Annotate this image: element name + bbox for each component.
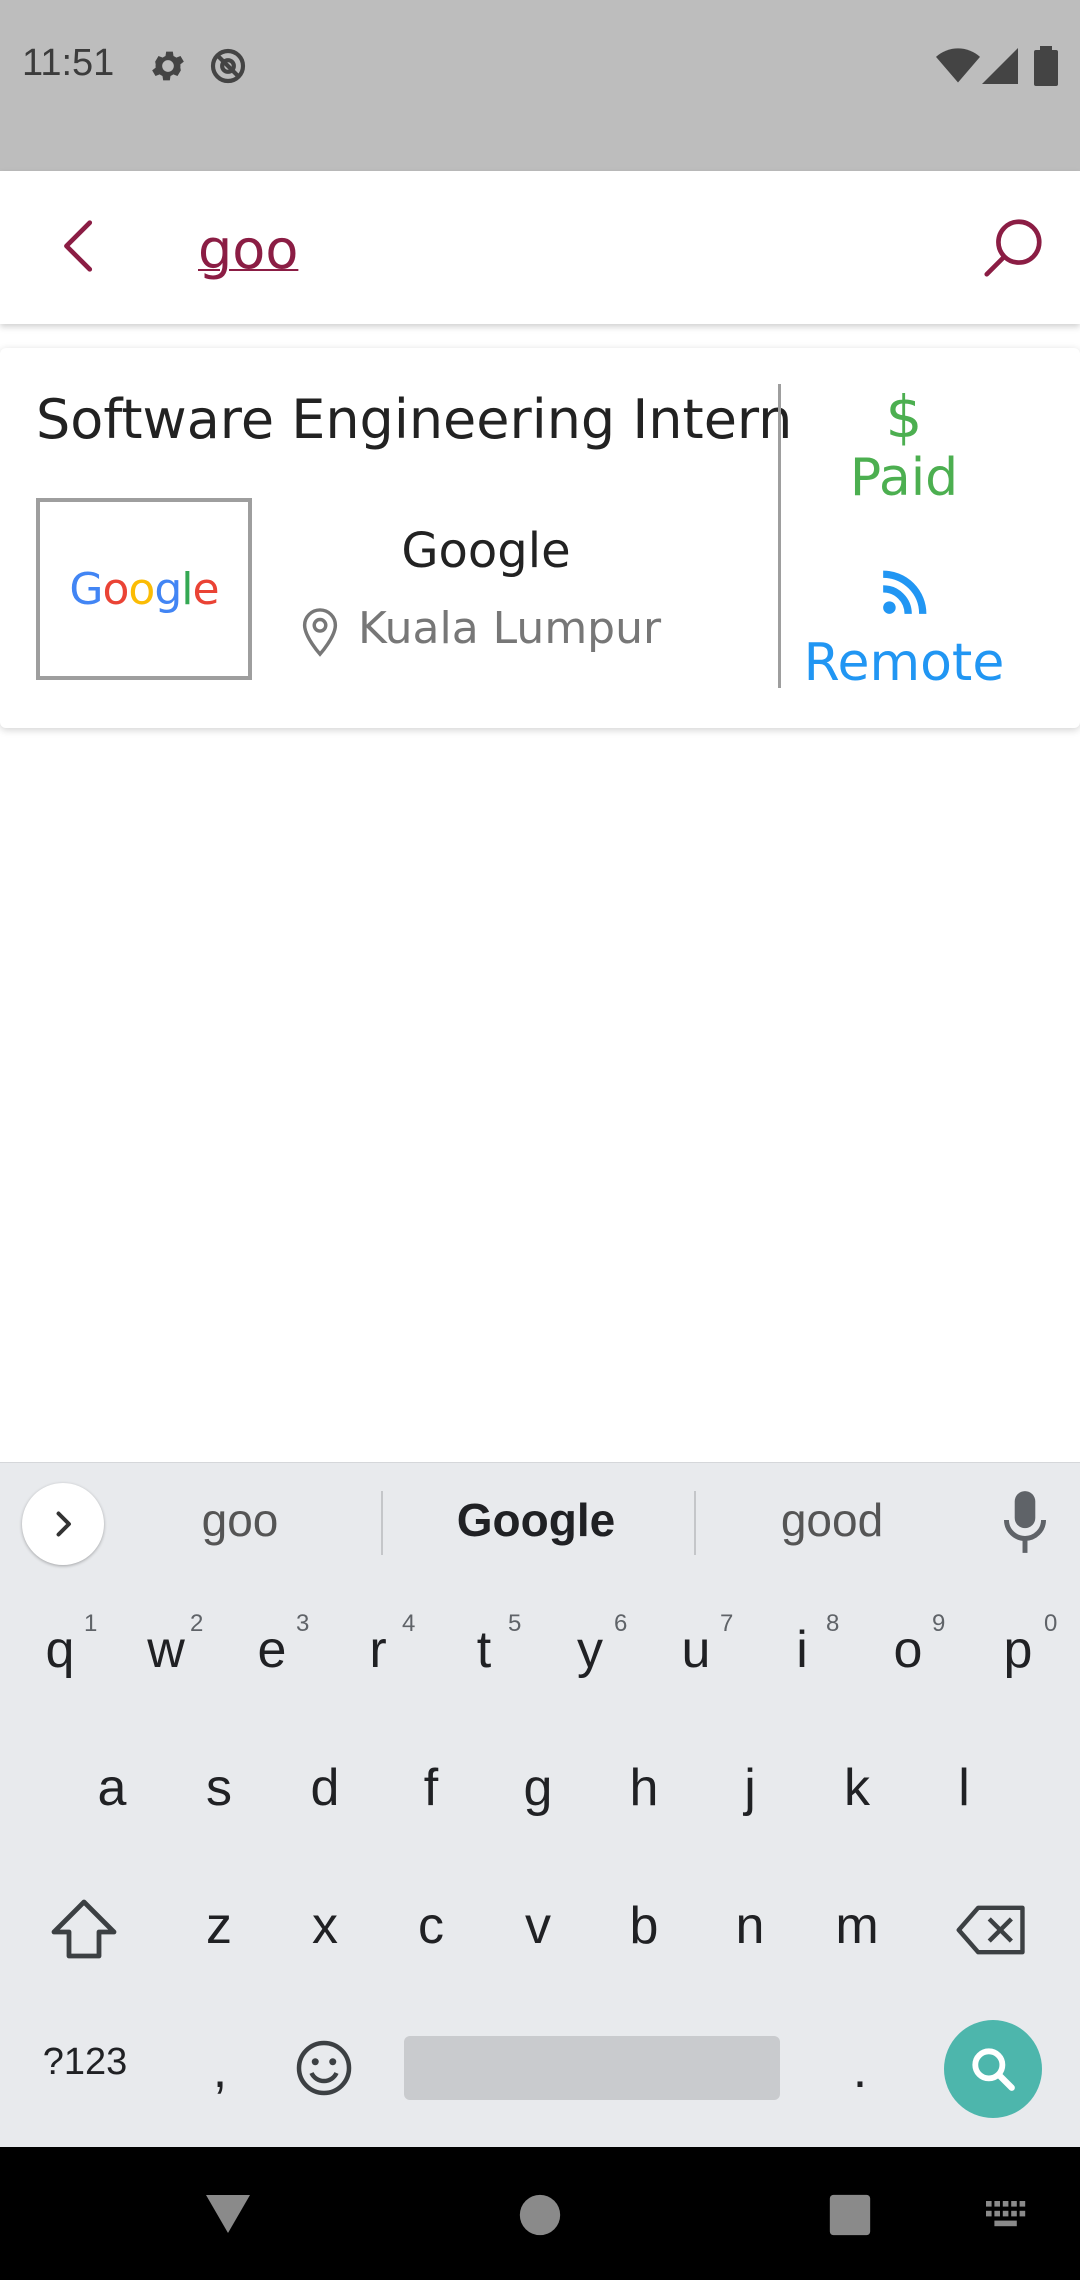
key-s[interactable]: s bbox=[167, 1728, 271, 1848]
card-divider bbox=[778, 384, 781, 688]
space-bar[interactable] bbox=[404, 2036, 780, 2100]
suggestion-divider bbox=[381, 1491, 383, 1555]
key-u[interactable]: u bbox=[644, 1590, 748, 1710]
job-title: Software Engineering Intern bbox=[36, 388, 793, 451]
key-comma[interactable]: , bbox=[168, 2010, 272, 2130]
key-e[interactable]: e bbox=[220, 1590, 324, 1710]
key-hint: 9 bbox=[932, 1610, 946, 1637]
suggestion-divider bbox=[694, 1491, 696, 1555]
key-row-3: z x c v b n m bbox=[0, 1866, 1080, 2004]
key-r[interactable]: r bbox=[326, 1590, 430, 1710]
key-y[interactable]: y bbox=[538, 1590, 642, 1710]
key-f[interactable]: f bbox=[379, 1728, 483, 1848]
key-q[interactable]: q bbox=[8, 1590, 112, 1710]
search-icon bbox=[972, 2048, 1015, 2091]
key-p[interactable]: p bbox=[966, 1590, 1070, 1710]
location-pin-icon bbox=[302, 608, 338, 657]
key-i[interactable]: i bbox=[750, 1590, 854, 1710]
key-hint: 8 bbox=[826, 1610, 840, 1637]
key-g[interactable]: g bbox=[486, 1728, 590, 1848]
key-h[interactable]: h bbox=[592, 1728, 696, 1848]
key-hint: 0 bbox=[1044, 1610, 1058, 1637]
key-hint: 3 bbox=[296, 1610, 310, 1637]
key-a[interactable]: a bbox=[60, 1728, 164, 1848]
suggestion-goo[interactable]: goo bbox=[110, 1493, 370, 1547]
wifi-icon bbox=[936, 48, 980, 83]
key-hint: 5 bbox=[508, 1610, 522, 1637]
settings-icon bbox=[152, 51, 184, 81]
key-w[interactable]: w bbox=[114, 1590, 218, 1710]
soft-keyboard: goo Google good q 1 w 2 e 3 r 4 t 5 y 6 … bbox=[0, 1462, 1080, 2147]
suggestion-good[interactable]: good bbox=[702, 1493, 962, 1547]
key-hint: 4 bbox=[402, 1610, 416, 1637]
nav-back-icon[interactable] bbox=[204, 2191, 252, 2235]
key-symbols[interactable]: ?123 bbox=[30, 2002, 140, 2122]
keyboard-menu-button[interactable] bbox=[22, 1483, 104, 1565]
key-n[interactable]: n bbox=[698, 1866, 802, 1986]
rss-icon bbox=[882, 570, 927, 615]
key-period[interactable]: . bbox=[808, 2010, 912, 2130]
key-j[interactable]: j bbox=[698, 1728, 802, 1848]
key-m[interactable]: m bbox=[805, 1866, 909, 1986]
key-hint: 1 bbox=[84, 1610, 98, 1637]
key-t[interactable]: t bbox=[432, 1590, 536, 1710]
key-b[interactable]: b bbox=[592, 1866, 696, 1986]
company-logo: Google bbox=[36, 498, 252, 680]
signal-icon bbox=[982, 48, 1018, 84]
key-hint: 2 bbox=[190, 1610, 204, 1637]
key-v[interactable]: v bbox=[486, 1866, 590, 1986]
keyboard-search-button[interactable] bbox=[944, 2020, 1042, 2118]
suggestion-strip: goo Google good bbox=[0, 1462, 1080, 1583]
paid-label: Paid bbox=[849, 448, 959, 508]
nav-recents-icon[interactable] bbox=[828, 2193, 872, 2237]
key-row-2: a s d f g h j k l bbox=[0, 1728, 1080, 1866]
company-name: Google bbox=[401, 523, 571, 579]
search-icon[interactable] bbox=[978, 213, 1048, 283]
key-hint: 6 bbox=[614, 1610, 628, 1637]
system-nav-bar bbox=[0, 2147, 1080, 2280]
backspace-icon[interactable] bbox=[956, 1902, 1028, 1958]
search-app-bar bbox=[0, 171, 1080, 324]
battery-icon bbox=[1034, 46, 1058, 86]
key-x[interactable]: x bbox=[273, 1866, 377, 1986]
job-location: Kuala Lumpur bbox=[358, 603, 662, 654]
keyboard-switch-icon[interactable] bbox=[986, 2201, 1028, 2229]
status-time: 11:51 bbox=[22, 42, 115, 84]
back-icon[interactable] bbox=[46, 211, 116, 281]
key-o[interactable]: o bbox=[856, 1590, 960, 1710]
emoji-icon[interactable] bbox=[294, 2038, 354, 2098]
key-c[interactable]: c bbox=[379, 1866, 483, 1986]
at-sign-icon bbox=[210, 48, 246, 84]
key-d[interactable]: d bbox=[273, 1728, 377, 1848]
key-z[interactable]: z bbox=[167, 1866, 271, 1986]
chevron-right-icon bbox=[56, 1511, 71, 1537]
microphone-icon[interactable] bbox=[1000, 1487, 1050, 1557]
key-k[interactable]: k bbox=[805, 1728, 909, 1848]
dollar-icon: $ bbox=[885, 383, 923, 451]
job-result-card[interactable]: Software Engineering Intern Google Googl… bbox=[0, 348, 1080, 728]
search-input[interactable] bbox=[198, 209, 958, 289]
key-l[interactable]: l bbox=[912, 1728, 1016, 1848]
suggestion-google[interactable]: Google bbox=[406, 1493, 666, 1547]
google-logo-text: Google bbox=[69, 563, 219, 615]
key-row-1: q 1 w 2 e 3 r 4 t 5 y 6 u 7 i 8 o 9 p 0 bbox=[0, 1590, 1080, 1728]
remote-label: Remote bbox=[803, 633, 1005, 693]
status-bar: 11:51 bbox=[0, 0, 1080, 171]
nav-home-icon[interactable] bbox=[518, 2193, 562, 2237]
key-hint: 7 bbox=[720, 1610, 734, 1637]
shift-icon[interactable] bbox=[48, 1896, 120, 1962]
